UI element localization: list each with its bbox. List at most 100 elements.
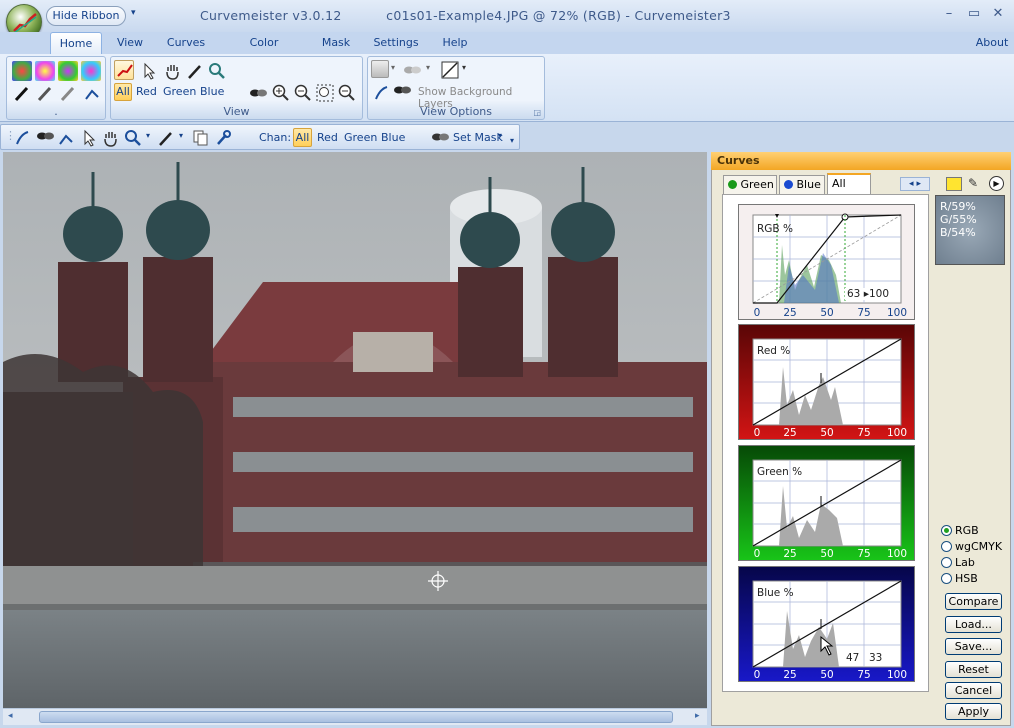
eyedropper-dropdown-icon[interactable]: ▾ (179, 131, 183, 140)
curve-plot-red[interactable]: Red % 0 25 50 75 100 (738, 324, 915, 440)
zoom-tool-icon[interactable] (123, 128, 143, 148)
curves-tab-blue[interactable]: Blue (779, 175, 825, 194)
chan-label: Chan: (259, 131, 292, 144)
zoom-icon[interactable] (207, 61, 227, 81)
radio-lab[interactable]: Lab (941, 556, 1011, 570)
set-mask-button[interactable]: Set Mask (453, 131, 503, 144)
gray-eyedropper-icon[interactable] (35, 83, 55, 103)
mask-dropdown-icon[interactable]: ▾ (426, 63, 430, 72)
next-tab-icon[interactable]: ▸ (916, 179, 921, 189)
auto-correct-icon[interactable] (57, 128, 77, 148)
view-channel-blue[interactable]: Blue (200, 85, 224, 98)
hand-tool-icon[interactable] (101, 128, 121, 148)
minimize-button[interactable]: – (940, 6, 958, 22)
photo-ellis-island (3, 152, 707, 708)
set-mask-icon[interactable] (430, 128, 450, 148)
reset-button[interactable]: Reset (945, 661, 1002, 678)
blue-curve-graph[interactable] (739, 567, 914, 681)
curve-plot-rgb[interactable]: RGB % 63 ▸100 0 25 50 75 100 (738, 204, 915, 320)
zoom-actual-icon[interactable] (337, 83, 357, 103)
view-channel-all[interactable]: All (114, 83, 132, 101)
settings-wrench-icon[interactable]: ✎ (968, 176, 978, 190)
eyedropper-icon[interactable] (185, 61, 205, 81)
hide-ribbon-button[interactable]: Hide Ribbon (46, 6, 126, 26)
layer-dropdown-icon[interactable]: ▾ (391, 63, 395, 72)
black-eyedropper-icon[interactable] (12, 83, 32, 103)
set-mask-dropdown-icon[interactable]: ▾ (498, 131, 502, 140)
curve-display-dropdown-icon[interactable]: ▾ (462, 63, 466, 72)
mask-view-icon[interactable] (392, 81, 412, 101)
dialog-launcher-icon[interactable]: ◲ (533, 108, 541, 117)
tab-home[interactable]: Home (50, 32, 102, 54)
close-button[interactable]: ✕ (989, 6, 1007, 22)
play-icon[interactable]: ▶ (989, 176, 1004, 191)
mask-options-icon[interactable] (402, 60, 422, 80)
tab-mask[interactable]: Mask (318, 32, 354, 54)
cancel-button[interactable]: Cancel (945, 682, 1002, 699)
green-curve-graph[interactable] (739, 446, 914, 560)
tab-color-sample[interactable]: Color Sample (228, 32, 300, 71)
chan-green[interactable]: Green (344, 131, 377, 144)
scroll-right-icon[interactable]: ▸ (695, 711, 700, 721)
curves-tab-green[interactable]: Green (723, 175, 777, 194)
zoom-dropdown-icon[interactable]: ▾ (146, 131, 150, 140)
plot-label-blue: Blue % (757, 587, 794, 599)
auto-adjust-icon[interactable] (83, 83, 103, 103)
toolbar-overflow-icon[interactable]: ▾ (510, 136, 514, 145)
radio-hsb[interactable]: HSB (941, 572, 1011, 586)
image-canvas[interactable] (3, 152, 707, 708)
radio-rgb[interactable]: RGB (941, 524, 1011, 538)
load-button[interactable]: Load... (945, 616, 1002, 633)
scroll-left-icon[interactable]: ◂ (8, 711, 13, 721)
chan-blue[interactable]: Blue (381, 131, 405, 144)
pointer-icon[interactable] (139, 61, 159, 81)
prev-tab-icon[interactable]: ◂ (909, 179, 914, 189)
curves-view-icon[interactable] (114, 60, 134, 80)
folder-icon[interactable] (946, 177, 962, 191)
tab-view[interactable]: View (112, 32, 148, 54)
curves-tab-nav[interactable]: ◂ ▸ (900, 177, 930, 191)
app-title: Curvemeister v3.0.12 (200, 8, 342, 23)
document-title: c01s01-Example4.JPG @ 72% (RGB) - Curvem… (386, 8, 731, 23)
mask-toggle-icon[interactable] (35, 127, 55, 147)
radio-wgcmyk[interactable]: wgCMYK (941, 540, 1011, 554)
quick-access-dropdown-icon[interactable]: ▾ (131, 8, 136, 18)
pointer-tool-icon[interactable] (79, 128, 99, 148)
readout-g: G/55% (940, 213, 977, 226)
tab-curves[interactable]: Curves (164, 32, 208, 54)
zoom-fit-icon[interactable] (315, 83, 335, 103)
cmyk-circles-icon[interactable] (35, 61, 55, 81)
tab-help[interactable]: Help (440, 32, 470, 54)
layer-icon[interactable] (371, 60, 389, 78)
restore-button[interactable]: ▭ (965, 6, 983, 22)
curve-plot-blue[interactable]: Blue % 47 33 0 25 50 75 100 (738, 566, 915, 682)
wrench-icon[interactable] (213, 128, 233, 148)
copy-icon[interactable] (191, 128, 211, 148)
color-circles-icon[interactable] (12, 61, 32, 81)
zoom-out-icon[interactable] (293, 83, 313, 103)
hsb-circles-icon[interactable] (81, 61, 101, 81)
save-button[interactable]: Save... (945, 638, 1002, 655)
curve-display-icon[interactable] (440, 60, 460, 80)
lab-circles-icon[interactable] (58, 61, 78, 81)
apply-button[interactable]: Apply (945, 703, 1002, 720)
curve-plot-green[interactable]: Green % 0 25 50 75 100 (738, 445, 915, 561)
zoom-in-icon[interactable] (271, 83, 291, 103)
eyedropper-tool-icon[interactable] (156, 128, 176, 148)
view-channel-red[interactable]: Red (136, 85, 157, 98)
anchor-tool-icon[interactable] (372, 83, 392, 103)
horizontal-scrollbar[interactable]: ◂ ▸ (3, 708, 707, 725)
red-curve-graph[interactable] (739, 325, 914, 439)
scroll-thumb[interactable] (39, 711, 673, 723)
about-link[interactable]: About (974, 32, 1010, 54)
mask-icon[interactable] (248, 83, 268, 103)
tab-settings[interactable]: Settings (372, 32, 420, 54)
white-eyedropper-icon[interactable] (58, 83, 78, 103)
chan-all[interactable]: All (293, 128, 312, 147)
anchor-icon[interactable] (13, 128, 33, 148)
hand-icon[interactable] (163, 61, 183, 81)
curves-tab-all[interactable]: All (827, 173, 871, 195)
chan-red[interactable]: Red (317, 131, 338, 144)
compare-button[interactable]: Compare (945, 593, 1002, 610)
view-channel-green[interactable]: Green (163, 85, 196, 98)
